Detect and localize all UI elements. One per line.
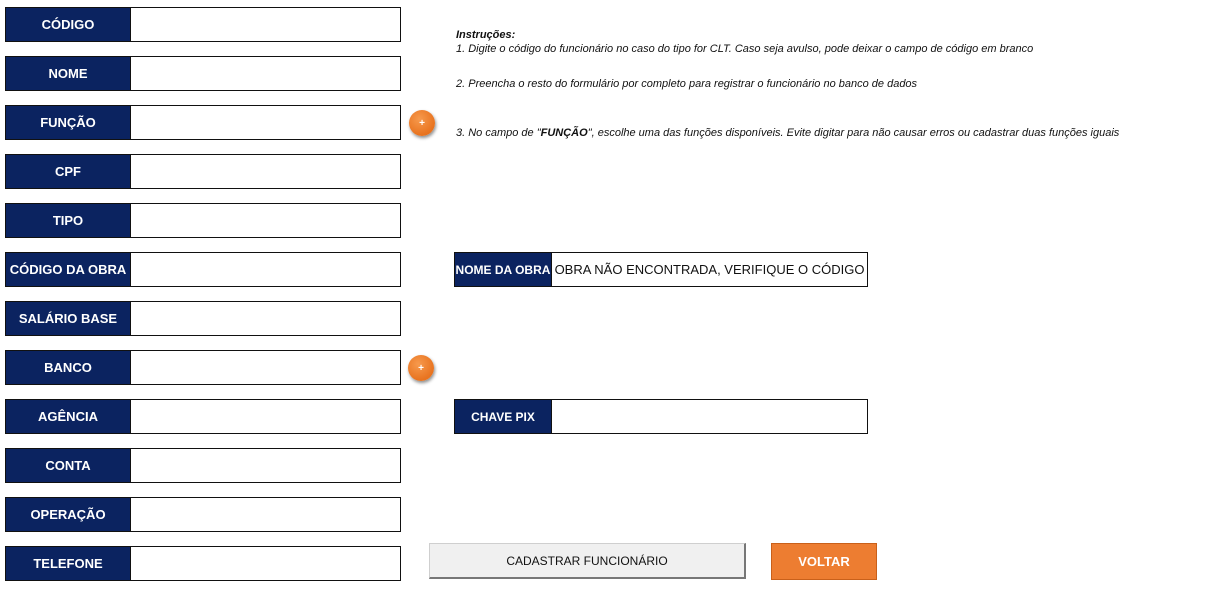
voltar-button[interactable]: VOLTAR xyxy=(771,543,877,580)
field-tipo: TIPO xyxy=(5,203,401,238)
field-salario-base: SALÁRIO BASE xyxy=(5,301,401,336)
field-label: FUNÇÃO xyxy=(6,106,131,139)
field-label: CONTA xyxy=(6,449,131,482)
field-codigo: CÓDIGO xyxy=(5,7,401,42)
field-label: BANCO xyxy=(6,351,131,384)
field-label: CPF xyxy=(6,155,131,188)
field-conta: CONTA xyxy=(5,448,401,483)
field-banco: BANCO xyxy=(5,350,401,385)
field-nome: NOME xyxy=(5,56,401,91)
cpf-input[interactable] xyxy=(131,155,400,188)
add-banco-button[interactable]: + xyxy=(408,355,434,381)
field-funcao: FUNÇÃO xyxy=(5,105,401,140)
chave-pix-input[interactable] xyxy=(552,400,867,433)
field-nome-obra: NOME DA OBRA OBRA NÃO ENCONTRADA, VERIFI… xyxy=(454,252,868,287)
field-cpf: CPF xyxy=(5,154,401,189)
instruction-line-3-pre: 3. No campo de " xyxy=(456,127,541,139)
salario-base-input[interactable] xyxy=(131,302,400,335)
field-operacao: OPERAÇÃO xyxy=(5,497,401,532)
agencia-input[interactable] xyxy=(131,400,400,433)
nome-input[interactable] xyxy=(131,57,400,90)
codigo-obra-input[interactable] xyxy=(131,253,400,286)
operacao-input[interactable] xyxy=(131,498,400,531)
field-agencia: AGÊNCIA xyxy=(5,399,401,434)
funcao-input[interactable] xyxy=(131,106,400,139)
field-label: AGÊNCIA xyxy=(6,400,131,433)
instruction-line-1: 1. Digite o código do funcionário no cas… xyxy=(456,43,1034,55)
field-codigo-obra: CÓDIGO DA OBRA xyxy=(5,252,401,287)
tipo-input[interactable] xyxy=(131,204,400,237)
conta-input[interactable] xyxy=(131,449,400,482)
field-label: TELEFONE xyxy=(6,547,131,580)
instruction-line-3-post: ", escolhe uma das funções disponíveis. … xyxy=(587,127,1120,139)
nome-obra-value: OBRA NÃO ENCONTRADA, VERIFIQUE O CÓDIGO xyxy=(552,253,867,286)
instruction-line-2: 2. Preencha o resto do formulário por co… xyxy=(456,78,918,90)
instructions-title: Instruções: xyxy=(456,29,516,41)
banco-input[interactable] xyxy=(131,351,400,384)
field-label: TIPO xyxy=(6,204,131,237)
codigo-input[interactable] xyxy=(131,8,400,41)
field-label: OPERAÇÃO xyxy=(6,498,131,531)
field-label: CHAVE PIX xyxy=(455,400,552,433)
field-label: CÓDIGO DA OBRA xyxy=(6,253,131,286)
field-label: NOME DA OBRA xyxy=(455,253,552,286)
field-telefone: TELEFONE xyxy=(5,546,401,581)
cadastrar-funcionario-button[interactable]: CADASTRAR FUNCIONÁRIO xyxy=(429,543,746,579)
field-chave-pix: CHAVE PIX xyxy=(454,399,868,434)
field-label: CÓDIGO xyxy=(6,8,131,41)
instruction-line-3: 3. No campo de "FUNÇÃO", escolhe uma das… xyxy=(456,127,1119,139)
field-label: NOME xyxy=(6,57,131,90)
instruction-line-3-bold: FUNÇÃO xyxy=(540,127,588,139)
field-label: SALÁRIO BASE xyxy=(6,302,131,335)
telefone-input[interactable] xyxy=(131,547,400,580)
add-funcao-button[interactable]: + xyxy=(409,110,435,136)
